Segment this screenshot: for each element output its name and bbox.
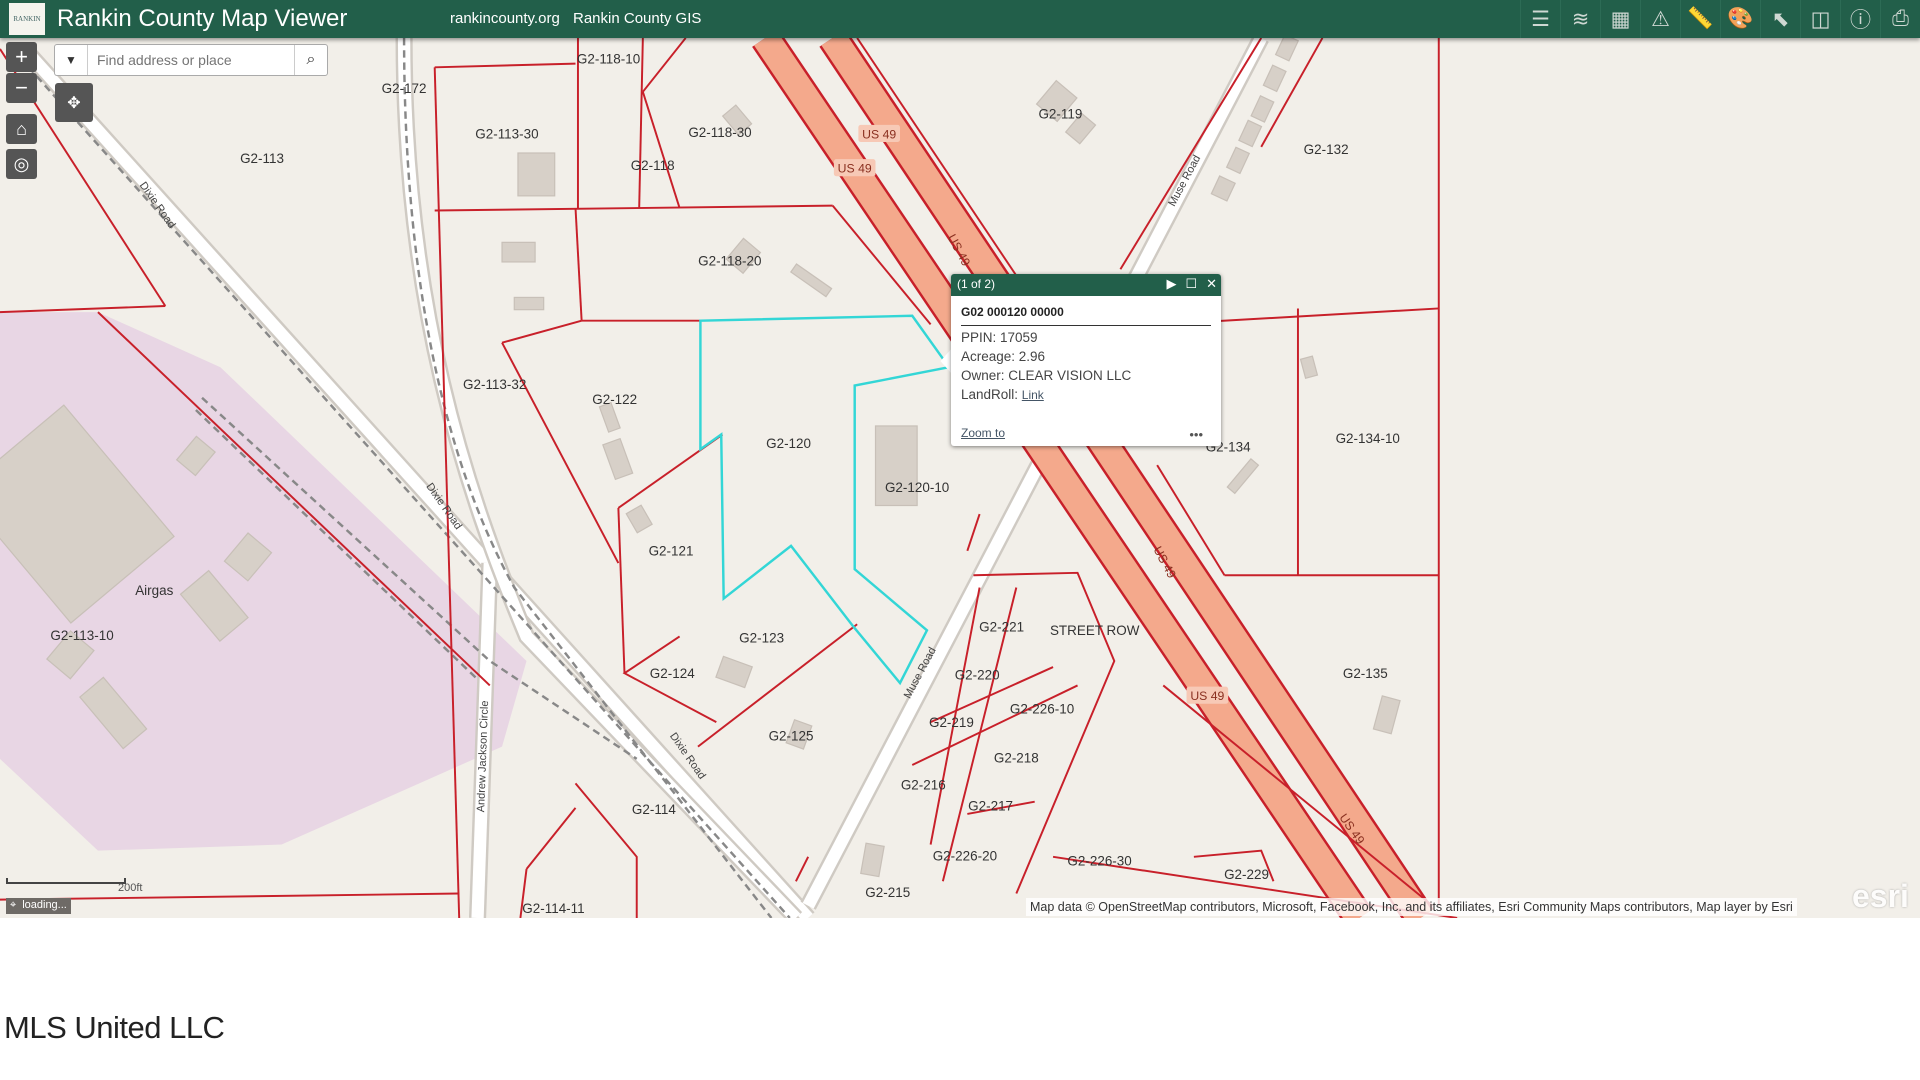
map-canvas[interactable]: G2-118-10 G2-172 G2-113 G2-113-30 G2-118-30 G… bbox=[0, 38, 1920, 918]
parcel-label: G2-218 bbox=[994, 751, 1039, 766]
parcel-label: G2-229 bbox=[1224, 867, 1269, 882]
parcel-label: G2-172 bbox=[382, 81, 427, 96]
attribution: Map data © OpenStreetMap contributors, M… bbox=[1026, 898, 1797, 916]
layers-icon[interactable]: ≋ bbox=[1560, 0, 1600, 38]
road-label: US 49 bbox=[838, 162, 872, 176]
parcel-popup: (1 of 2) ▶ ☐ ✕ G02 000120 00000 PPIN: 1705… bbox=[951, 274, 1221, 446]
parcel-label: G2-113-32 bbox=[463, 377, 526, 392]
search-source-dropdown[interactable]: ▼ bbox=[55, 45, 88, 75]
ppin: PPIN: 17059 bbox=[961, 330, 1038, 345]
parcel-label: G2-121 bbox=[649, 544, 694, 559]
next-feature-icon[interactable]: ▶ bbox=[1166, 276, 1176, 292]
parcel-label: G2-217 bbox=[968, 798, 1013, 813]
parcel-label: G2-123 bbox=[739, 631, 784, 646]
parcel-label: G2-135 bbox=[1343, 666, 1388, 681]
acreage: Acreage: 2.96 bbox=[961, 349, 1046, 364]
parcel-label: G2-118-20 bbox=[698, 254, 761, 269]
home-button[interactable]: ⌂ bbox=[6, 114, 37, 144]
measure-icon[interactable]: 📏 bbox=[1680, 0, 1720, 38]
parcel-label: G2-226-10 bbox=[1010, 702, 1074, 717]
parcel-label: STREET ROW bbox=[1050, 623, 1140, 638]
landroll-link[interactable]: Link bbox=[1022, 388, 1044, 402]
app-header: RANKIN Rankin County Map Viewer rankinco… bbox=[0, 0, 1920, 38]
print-icon[interactable]: ⎙ bbox=[1880, 0, 1920, 38]
parcel-label: G2-216 bbox=[901, 777, 946, 792]
swipe-icon[interactable]: ◫ bbox=[1800, 0, 1840, 38]
parcel-label: G2-114 bbox=[632, 802, 676, 817]
parcel-label: G2-113-10 bbox=[50, 628, 113, 643]
search-icon[interactable]: ⌕ bbox=[294, 45, 327, 75]
scale-label: 200ft bbox=[118, 882, 143, 894]
info-icon[interactable]: ⓘ bbox=[1840, 0, 1880, 38]
select-icon[interactable]: ⬉ bbox=[1760, 0, 1800, 38]
pan-button[interactable]: ✥ bbox=[55, 83, 93, 122]
status-text: loading... bbox=[22, 899, 67, 911]
search-input[interactable] bbox=[88, 45, 294, 75]
more-actions-button[interactable]: ••• bbox=[1189, 427, 1203, 442]
parcel-label: G2-125 bbox=[769, 729, 814, 744]
zoom-in-button[interactable]: + bbox=[6, 42, 37, 72]
parcel-label: Airgas bbox=[135, 583, 173, 598]
building bbox=[513, 296, 545, 311]
status-bar: ⌖ loading... bbox=[6, 898, 71, 914]
road-label: US 49 bbox=[1190, 689, 1224, 703]
popup-title: G02 000120 00000 bbox=[961, 305, 1211, 326]
parcel-label: G2-215 bbox=[865, 885, 910, 900]
legend-icon[interactable]: ☰ bbox=[1520, 0, 1560, 38]
link-rankin-gis[interactable]: Rankin County GIS bbox=[573, 10, 701, 27]
scale-bar bbox=[6, 878, 126, 884]
parcel-label: G2-226-20 bbox=[933, 848, 997, 863]
close-icon[interactable]: ✕ bbox=[1206, 276, 1217, 292]
footer-watermark: MLS United LLC bbox=[4, 1010, 225, 1045]
parcel-label: G2-114-11 bbox=[522, 901, 584, 916]
parcel-label: G2-219 bbox=[929, 715, 974, 730]
zoom-out-button[interactable]: − bbox=[6, 73, 37, 103]
parcel-label: G2-226-30 bbox=[1067, 853, 1131, 868]
parcel-label: G2-134-10 bbox=[1336, 431, 1400, 446]
parcel-label: G2-132 bbox=[1304, 142, 1349, 157]
parcel-label: G2-113 bbox=[240, 151, 284, 166]
parcel-label: G2-118-10 bbox=[577, 52, 640, 67]
esri-logo: esri bbox=[1852, 878, 1909, 914]
parcel-label: G2-118 bbox=[631, 158, 675, 173]
parcel-label: G2-124 bbox=[650, 666, 695, 681]
county-logo: RANKIN bbox=[9, 3, 45, 35]
map-view[interactable]: G2-118-10 G2-172 G2-113 G2-113-30 G2-118-30 G… bbox=[0, 38, 1920, 918]
owner: Owner: CLEAR VISION LLC bbox=[961, 368, 1132, 383]
parcel-label: G2-120-10 bbox=[885, 480, 949, 495]
draw-palette-icon[interactable]: 🎨 bbox=[1720, 0, 1760, 38]
road-label: US 49 bbox=[862, 127, 896, 141]
parcel-label: G2-220 bbox=[955, 667, 1000, 682]
coordinates-icon[interactable]: ⌖ bbox=[10, 899, 16, 913]
landroll-label: LandRoll: bbox=[961, 387, 1022, 402]
building bbox=[517, 152, 556, 197]
parcel-label: G2-118-30 bbox=[688, 125, 751, 140]
basemap-gallery-icon[interactable]: ▦ bbox=[1600, 0, 1640, 38]
building bbox=[501, 241, 536, 263]
parcel-label: G2-221 bbox=[979, 620, 1024, 635]
parcel-label: G2-119 bbox=[1038, 107, 1082, 122]
zoom-to-link[interactable]: Zoom to bbox=[961, 426, 1005, 440]
popup-counter: (1 of 2) bbox=[957, 277, 996, 291]
parcel-label: G2-122 bbox=[592, 392, 637, 407]
app-title: Rankin County Map Viewer bbox=[57, 5, 348, 32]
locate-button[interactable]: ◎ bbox=[6, 149, 37, 179]
parcel-label: G2-120 bbox=[766, 436, 811, 451]
link-rankincounty[interactable]: rankincounty.org bbox=[450, 10, 560, 27]
parcel-label: G2-113-30 bbox=[475, 126, 538, 141]
search-widget: ▼ ⌕ bbox=[54, 44, 328, 76]
warning-icon[interactable]: ⚠ bbox=[1640, 0, 1680, 38]
maximize-icon[interactable]: ☐ bbox=[1185, 276, 1197, 292]
